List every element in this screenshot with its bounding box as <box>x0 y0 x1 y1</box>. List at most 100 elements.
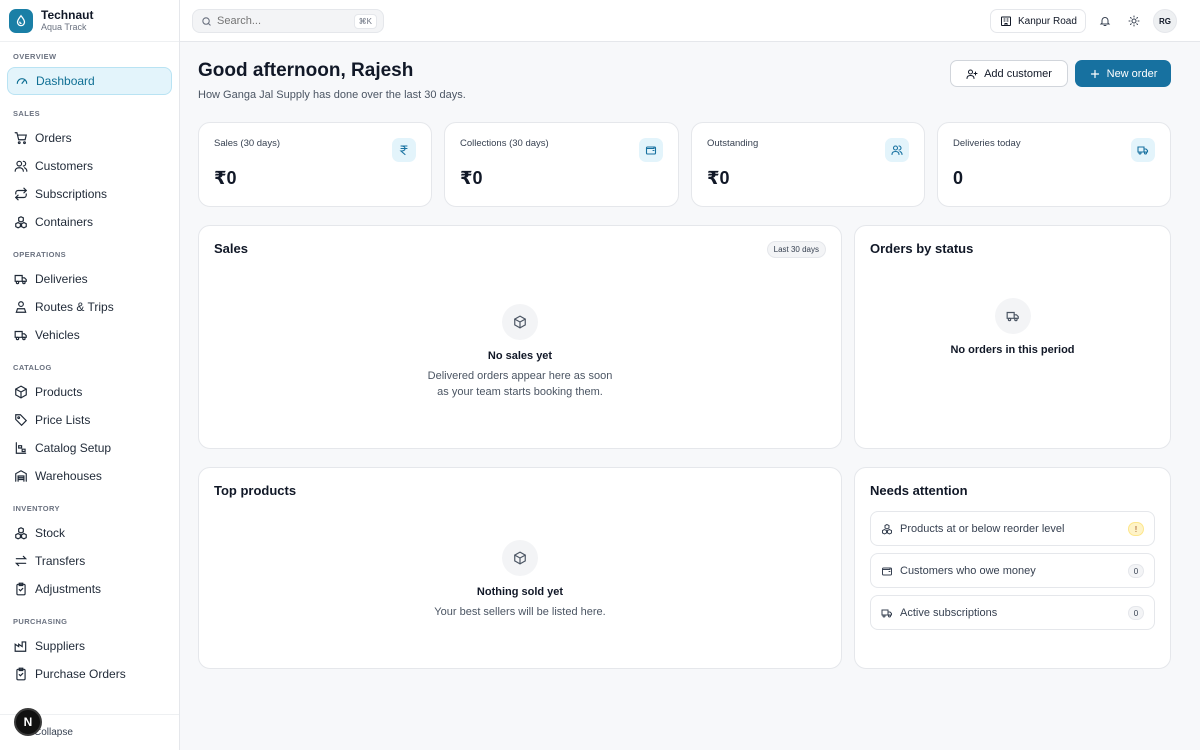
clipboard-icon <box>16 582 26 596</box>
sidebar-item-stock[interactable]: Stock <box>7 519 172 547</box>
attention-badge: 0 <box>1128 564 1144 578</box>
rupee-icon <box>392 138 416 162</box>
empty-state: No orders in this period <box>855 298 1170 356</box>
search-input[interactable] <box>217 15 347 27</box>
page-subtitle: How Ganga Jal Supply has done over the l… <box>198 89 466 101</box>
sidebar-item-vehicles[interactable]: Vehicles <box>7 321 172 349</box>
sidebar-item-dashboard[interactable]: Dashboard <box>7 67 172 95</box>
users-icon <box>14 160 28 172</box>
topbar: ⌘K Kanpur Road RG <box>180 0 1200 42</box>
package-icon <box>502 304 538 340</box>
sidebar-item-containers[interactable]: Containers <box>7 208 172 236</box>
sidebar-item-label: Containers <box>35 215 94 229</box>
sidebar-item-label: Stock <box>35 526 66 540</box>
sidebar-item-transfers[interactable]: Transfers <box>7 547 172 575</box>
gauge-icon <box>16 78 28 84</box>
sidebar-item-label: Dashboard <box>36 74 95 88</box>
attention-item-owe-money[interactable]: Customers who owe money 0 <box>870 553 1155 588</box>
truck-icon <box>994 298 1031 334</box>
factory-icon <box>14 641 27 652</box>
warehouse-icon <box>15 470 27 482</box>
avatar[interactable]: RG <box>1153 9 1177 33</box>
sidebar-item-label: Price Lists <box>35 413 91 427</box>
stat-label: Outstanding <box>707 138 759 149</box>
sidebar-item-warehouses[interactable]: Warehouses <box>7 462 172 490</box>
add-customer-button[interactable]: Add customer <box>950 60 1068 87</box>
wallet-icon <box>639 138 663 162</box>
branch-selector[interactable]: Kanpur Road <box>990 9 1086 33</box>
empty-title: No sales yet <box>487 350 553 362</box>
tag-icon <box>15 414 28 427</box>
boxes-icon <box>15 216 27 229</box>
section-title-inventory: INVENTORY <box>13 504 60 513</box>
search-box[interactable]: ⌘K <box>192 9 384 33</box>
stat-card-sales: Sales (30 days) ₹0 <box>198 122 432 207</box>
sidebar-item-label: Routes & Trips <box>35 300 114 314</box>
card-title: Top products <box>214 483 297 498</box>
attention-label: Customers who owe money <box>900 564 1036 577</box>
attention-item-subscriptions[interactable]: Active subscriptions 0 <box>870 595 1155 630</box>
card-title: Orders by status <box>870 241 974 256</box>
attention-badge: 0 <box>1128 606 1144 620</box>
n-floating-badge[interactable]: N <box>14 708 42 736</box>
sidebar-item-label: Subscriptions <box>35 187 108 201</box>
sidebar-item-orders[interactable]: Orders <box>7 124 172 152</box>
route-icon <box>15 301 27 313</box>
empty-desc: Delivered orders appear here as soon as … <box>199 368 841 400</box>
truck-icon <box>881 609 892 617</box>
new-order-label: New order <box>1106 67 1158 80</box>
sidebar-item-label: Adjustments <box>35 582 102 596</box>
repeat-icon <box>14 187 28 201</box>
new-order-button[interactable]: New order <box>1075 60 1171 87</box>
stat-label: Collections (30 days) <box>460 138 549 149</box>
attention-label: Active subscriptions <box>900 606 998 619</box>
users-icon <box>885 138 909 162</box>
stat-card-deliveries: Deliveries today 0 <box>937 122 1171 207</box>
stat-value: 0 <box>953 168 964 188</box>
sidebar-item-adjustments[interactable]: Adjustments <box>7 575 172 603</box>
branch-label: Kanpur Road <box>1018 15 1077 27</box>
stat-card-outstanding: Outstanding ₹0 <box>691 122 925 207</box>
empty-desc: Your best sellers will be listed here. <box>434 606 606 618</box>
sales-card: Sales Last 30 days No sales yet Delivere… <box>198 225 842 449</box>
stat-label: Sales (30 days) <box>214 138 281 149</box>
empty-desc-line: as your team starts booking them. <box>437 386 603 398</box>
sidebar-item-catalog-setup[interactable]: Catalog Setup <box>7 434 172 462</box>
attention-badge: ! <box>1128 522 1144 536</box>
sidebar-item-label: Purchase Orders <box>35 667 126 681</box>
sidebar-item-label: Suppliers <box>35 639 86 653</box>
section-title-overview: OVERVIEW <box>13 52 57 61</box>
sidebar-item-label: Deliveries <box>35 272 88 286</box>
empty-desc-line: Delivered orders appear here as soon <box>427 370 613 382</box>
package-icon <box>502 540 538 576</box>
attention-label: Products at or below reorder level <box>900 522 1065 535</box>
search-icon <box>202 16 211 26</box>
bell-icon[interactable] <box>1097 13 1113 29</box>
attention-item-reorder[interactable]: Products at or below reorder level ! <box>870 511 1155 546</box>
orders-by-status-card: Orders by status No orders in this perio… <box>854 225 1171 449</box>
sidebar-item-customers[interactable]: Customers <box>7 152 172 180</box>
range-badge[interactable]: Last 30 days <box>766 241 826 258</box>
sidebar-item-deliveries[interactable]: Deliveries <box>7 265 172 293</box>
sliders-icon <box>15 442 27 454</box>
sidebar-item-label: Products <box>35 385 83 399</box>
sidebar-item-products[interactable]: Products <box>7 378 172 406</box>
wallet-icon <box>882 567 892 575</box>
brand-name: Technaut <box>41 7 94 22</box>
card-title: Sales <box>214 241 248 256</box>
empty-title: No orders in this period <box>950 344 1075 356</box>
sidebar-item-purchase-orders[interactable]: Purchase Orders <box>7 660 172 688</box>
sidebar-item-subscriptions[interactable]: Subscriptions <box>7 180 172 208</box>
brand[interactable]: Technaut Aqua Track <box>0 0 179 42</box>
sidebar-item-label: Catalog Setup <box>35 441 112 455</box>
sidebar-item-suppliers[interactable]: Suppliers <box>7 632 172 660</box>
sidebar-item-label: Orders <box>35 131 72 145</box>
sidebar-nav: OVERVIEW Dashboard SALES Orders Customer… <box>0 42 179 688</box>
section-title-purchasing: PURCHASING <box>13 617 68 626</box>
sidebar-item-price-lists[interactable]: Price Lists <box>7 406 172 434</box>
section-title-sales: SALES <box>13 109 41 118</box>
cart-icon <box>14 132 27 145</box>
sidebar-item-routes-trips[interactable]: Routes & Trips <box>7 293 172 321</box>
truck-icon <box>14 330 27 341</box>
sun-icon[interactable] <box>1126 13 1142 29</box>
